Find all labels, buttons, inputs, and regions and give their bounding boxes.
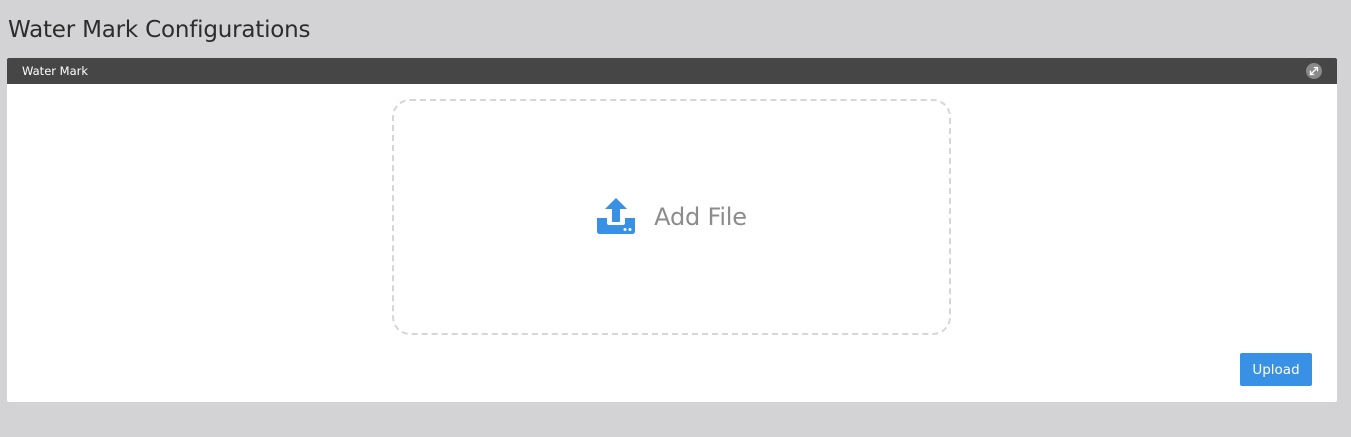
expand-icon[interactable] (1306, 63, 1322, 79)
panel-title: Water Mark (22, 64, 89, 78)
add-file-label: Add File (654, 203, 747, 231)
panel-header: Water Mark (7, 58, 1337, 84)
page-title: Water Mark Configurations (8, 17, 311, 44)
upload-button[interactable]: Upload (1240, 353, 1312, 386)
file-dropzone[interactable]: Add File (392, 99, 951, 335)
watermark-panel: Water Mark Add File Upload (7, 58, 1337, 402)
upload-icon (596, 197, 636, 235)
